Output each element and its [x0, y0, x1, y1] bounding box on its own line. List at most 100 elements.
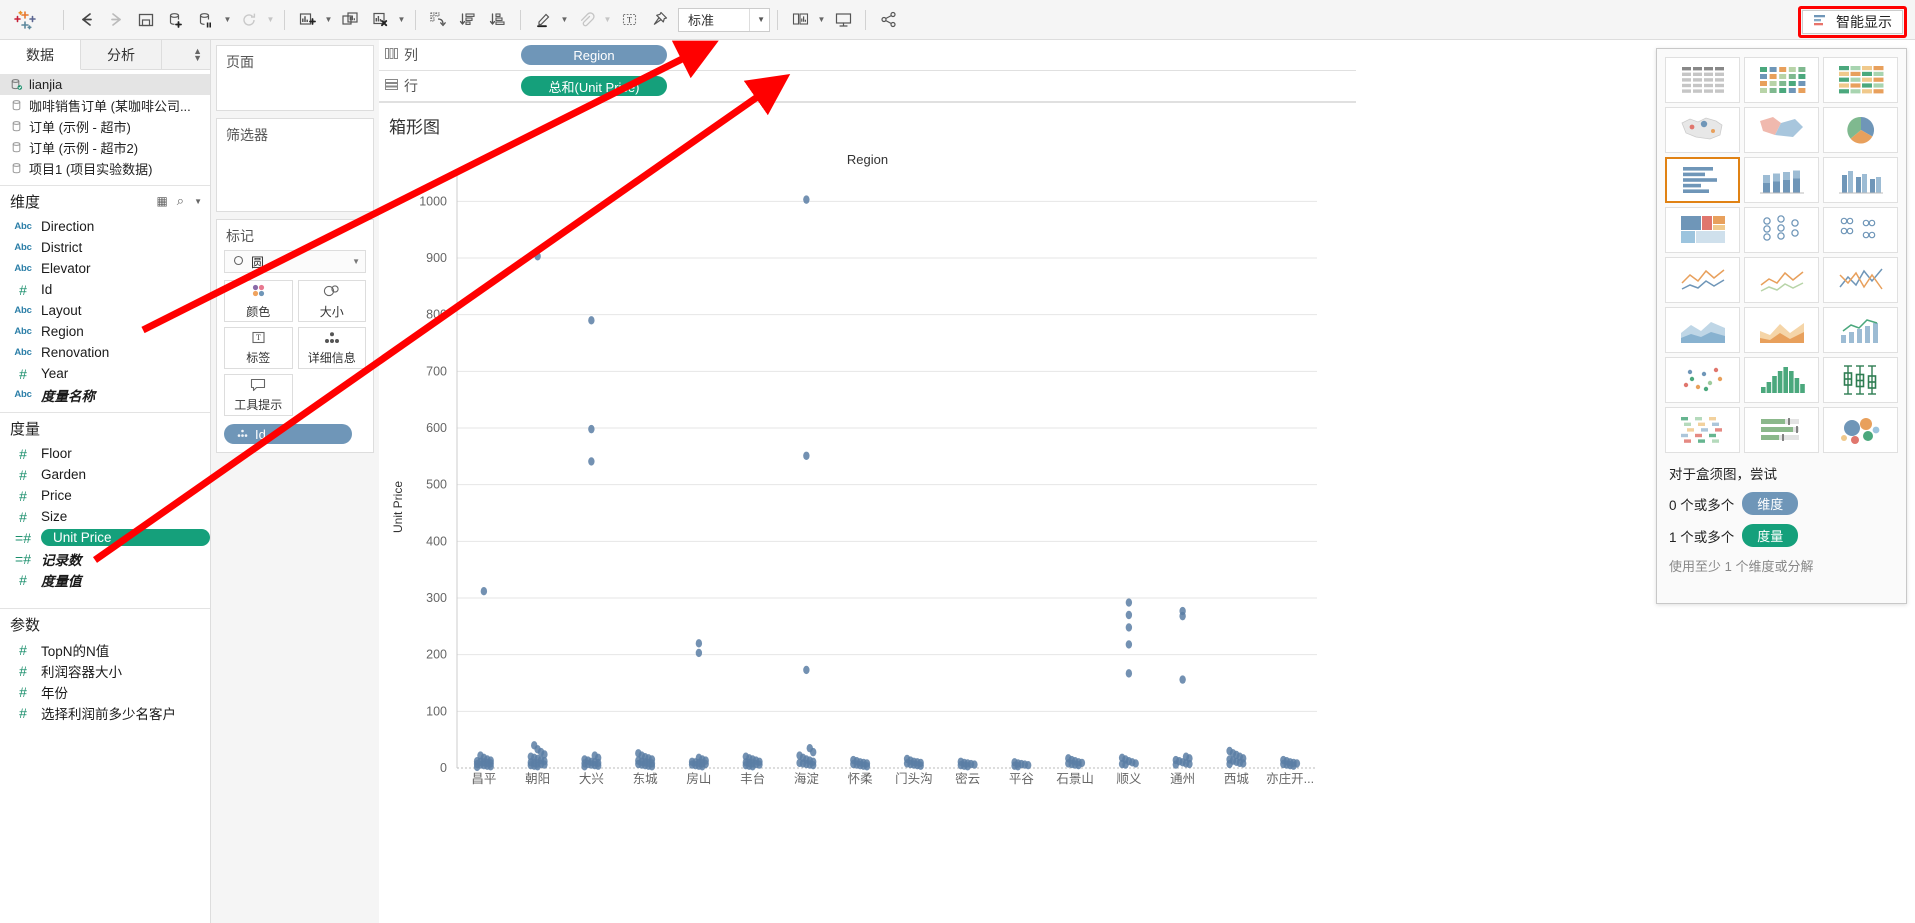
field-district[interactable]: Abc District	[0, 237, 210, 258]
new-data-source-button[interactable]	[161, 6, 191, 34]
marks-tooltip-button[interactable]: 工具提示	[224, 374, 293, 416]
chart-mark[interactable]	[809, 747, 817, 757]
field-price[interactable]: # Price	[0, 485, 210, 506]
chevron-down-icon[interactable]: ▼	[352, 257, 360, 266]
gantt-thumb[interactable]	[1665, 407, 1740, 453]
chart-mark[interactable]	[803, 451, 810, 460]
dual-combination-thumb[interactable]	[1823, 307, 1898, 353]
bullet-graph-thumb[interactable]	[1744, 407, 1819, 453]
chart-mark[interactable]	[534, 252, 541, 261]
text-table-thumb[interactable]	[1665, 57, 1740, 103]
chart-mark[interactable]	[1125, 669, 1133, 678]
field-renovation[interactable]: Abc Renovation	[0, 342, 210, 363]
marks-type-select[interactable]: 圆 ▼	[224, 250, 366, 273]
chart-mark[interactable]	[695, 639, 703, 648]
chart-mark[interactable]	[1226, 759, 1233, 769]
duplicate-sheet-button[interactable]	[335, 6, 365, 34]
marks-pill-id[interactable]: Id	[224, 424, 352, 444]
field-measure-values[interactable]: # 度量值	[0, 569, 210, 590]
chart-mark[interactable]	[1186, 759, 1193, 769]
chart-series-大兴[interactable]	[581, 316, 602, 771]
swap-axes-button[interactable]	[423, 6, 453, 34]
tab-data[interactable]: 数据	[0, 40, 81, 70]
line-discrete-thumb[interactable]	[1665, 257, 1740, 303]
chart-series-昌平[interactable]	[473, 587, 494, 772]
datasource-item-project1[interactable]: 项目1 (项目实验数据)	[0, 158, 210, 179]
chart-mark[interactable]	[695, 648, 703, 658]
show-me-button[interactable]: 智能显示	[1802, 10, 1903, 34]
refresh-caret-icon[interactable]: ▼	[264, 6, 277, 34]
chart-mark[interactable]	[588, 457, 595, 466]
field-size[interactable]: # Size	[0, 506, 210, 527]
datasource-item-lianjia[interactable]: lianjia	[0, 74, 210, 95]
chart-mark[interactable]	[480, 587, 488, 596]
field-garden[interactable]: # Garden	[0, 464, 210, 485]
dimensions-grid-icon[interactable]: ▦	[156, 194, 167, 208]
chart-mark[interactable]	[803, 195, 810, 204]
field-measure-names[interactable]: Abc 度量名称	[0, 384, 210, 405]
field-record-count[interactable]: =# 记录数	[0, 548, 210, 569]
datasource-item-orders2[interactable]: 订单 (示例 - 超市2)	[0, 137, 210, 158]
field-direction[interactable]: Abc Direction	[0, 216, 210, 237]
area-discrete-thumb[interactable]	[1744, 307, 1819, 353]
pie-chart-thumb[interactable]	[1823, 107, 1898, 153]
heat-map-thumb[interactable]	[1744, 57, 1819, 103]
dual-line-thumb[interactable]	[1823, 257, 1898, 303]
chart-mark[interactable]	[1125, 623, 1133, 632]
chart-mark[interactable]	[803, 665, 810, 675]
fix-axes-pushpin-button[interactable]	[644, 6, 674, 34]
back-button[interactable]	[71, 6, 101, 34]
param-year[interactable]: # 年份	[0, 681, 210, 702]
rows-shelf[interactable]: 行 总和(Unit Price)	[379, 71, 1356, 102]
field-id[interactable]: # Id	[0, 279, 210, 300]
clear-sheet-button[interactable]	[365, 6, 395, 34]
sort-desc-button[interactable]	[483, 6, 513, 34]
save-button[interactable]	[131, 6, 161, 34]
new-worksheet-button[interactable]	[292, 6, 322, 34]
presentation-toggle-button[interactable]	[828, 6, 858, 34]
marks-size-button[interactable]: 大小	[297, 280, 366, 322]
marks-color-button[interactable]: 颜色	[224, 280, 293, 322]
data-pane-sort-icon[interactable]: ▲ ▼	[193, 46, 202, 62]
chevron-down-icon[interactable]: ▼	[749, 8, 765, 31]
presentation-caret-icon[interactable]: ▼	[815, 6, 828, 34]
filters-drop-zone[interactable]	[217, 149, 373, 211]
pages-drop-zone[interactable]	[217, 76, 373, 110]
param-topn[interactable]: # TopN的N值	[0, 639, 210, 660]
chart-series-海淀[interactable]	[796, 195, 817, 770]
tableau-logo-icon[interactable]	[8, 6, 42, 34]
presentation-mode-button[interactable]	[785, 6, 815, 34]
horizontal-bar-thumb[interactable]	[1665, 157, 1740, 203]
scatter-plot-thumb[interactable]	[1665, 357, 1740, 403]
line-continuous-thumb[interactable]	[1744, 257, 1819, 303]
field-layout[interactable]: Abc Layout	[0, 300, 210, 321]
chart-series-房山[interactable]	[688, 639, 709, 771]
chart-mark[interactable]	[588, 424, 595, 434]
box-and-whisker-thumb[interactable]	[1823, 357, 1898, 403]
chart-mark[interactable]	[1125, 610, 1133, 620]
field-unit-price[interactable]: =# Unit Price	[0, 527, 210, 548]
marks-label-button[interactable]: T 标签	[224, 327, 293, 369]
chart-mark[interactable]	[1125, 598, 1133, 607]
show-mark-labels-button[interactable]: T	[614, 6, 644, 34]
dimensions-menu-caret-icon[interactable]: ▼	[194, 197, 202, 206]
highlight-caret-icon[interactable]: ▼	[558, 6, 571, 34]
field-region[interactable]: Abc Region	[0, 321, 210, 342]
param-profit-bin-size[interactable]: # 利润容器大小	[0, 660, 210, 681]
marks-detail-button[interactable]: 详细信息	[297, 327, 366, 369]
chart-series-通州[interactable]	[1172, 606, 1193, 769]
chart-series-顺义[interactable]	[1118, 598, 1139, 769]
histogram-thumb[interactable]	[1744, 357, 1819, 403]
share-button[interactable]	[873, 6, 903, 34]
chart-mark[interactable]	[1125, 640, 1133, 649]
stacked-bar-thumb[interactable]	[1744, 157, 1819, 203]
symbol-map-thumb[interactable]	[1665, 107, 1740, 153]
field-year[interactable]: # Year	[0, 363, 210, 384]
refresh-button[interactable]	[234, 6, 264, 34]
paperclip-button[interactable]	[571, 6, 601, 34]
circle-view-thumb[interactable]	[1744, 207, 1819, 253]
sort-asc-button[interactable]	[453, 6, 483, 34]
highlighter-button[interactable]	[528, 6, 558, 34]
chart-mark[interactable]	[1179, 611, 1186, 621]
filled-map-thumb[interactable]	[1744, 107, 1819, 153]
